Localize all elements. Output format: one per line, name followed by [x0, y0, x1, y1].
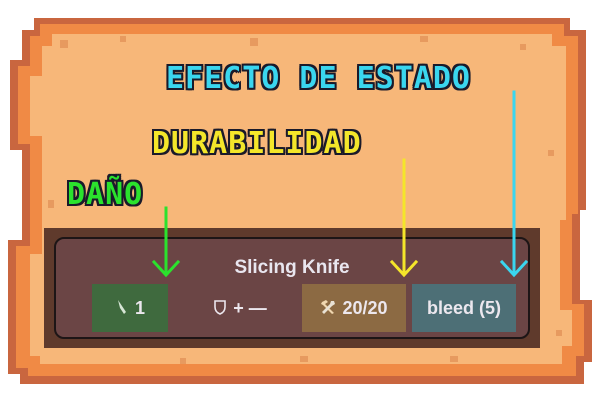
defense-value: + —: [233, 297, 267, 318]
hammer-wrench-icon: [320, 299, 336, 318]
damage-annotation: DAÑO: [67, 177, 144, 212]
status-effect-value: bleed (5): [426, 297, 501, 318]
damage-value: 1: [134, 297, 145, 318]
durability-value: 20/20: [342, 297, 388, 318]
damage-stat: 1: [92, 284, 168, 332]
status-effect-annotation: EFECTO DE ESTADO: [166, 61, 471, 96]
defense-stat: + —: [192, 284, 288, 332]
shield-icon: [213, 299, 227, 318]
status-effect-stat: bleed (5): [412, 284, 516, 332]
item-card: Slicing Knife 1 + — 20/20 bleed (5): [54, 237, 530, 339]
durability-stat: 20/20: [302, 284, 406, 332]
item-name: Slicing Knife: [234, 257, 350, 278]
knife-icon: [115, 299, 129, 318]
durability-annotation: DURABILIDAD: [152, 126, 362, 161]
